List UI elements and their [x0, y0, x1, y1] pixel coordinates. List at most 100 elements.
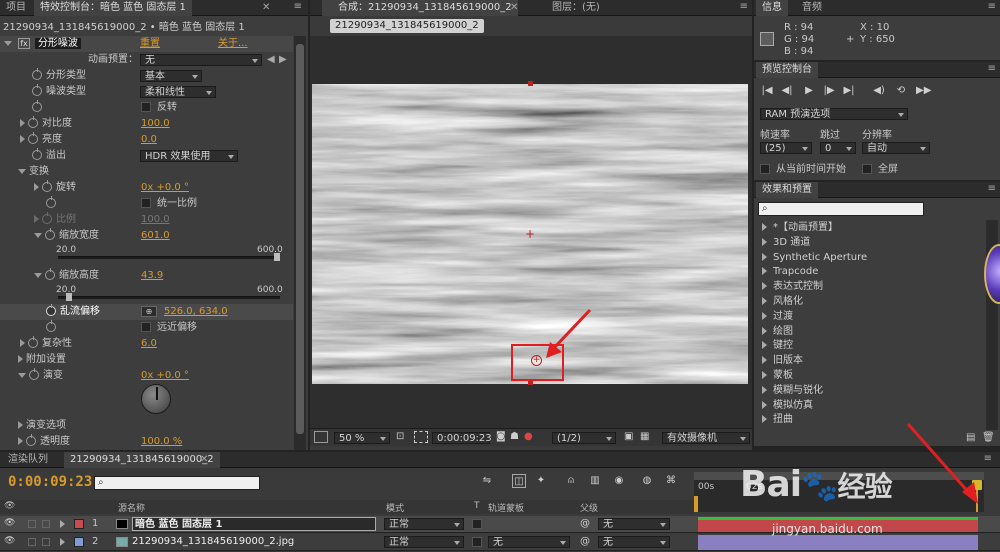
shy-layers-icon[interactable]: ⍝ [564, 474, 578, 488]
stopwatch-icon[interactable] [28, 132, 38, 144]
next-frame-icon[interactable]: |▶ [822, 84, 836, 98]
lock-switch[interactable] [42, 520, 50, 528]
collapse-icon[interactable] [34, 232, 42, 238]
opacity-value[interactable]: 100.0 % [141, 434, 182, 450]
stopwatch-icon[interactable] [26, 434, 36, 446]
tab-layer[interactable]: 图层：(无) [546, 0, 606, 16]
first-frame-icon[interactable]: |◀ [760, 84, 774, 98]
expand-icon[interactable] [762, 341, 767, 350]
expand-icon[interactable] [20, 135, 25, 143]
turbulent-offset-value[interactable]: 526.0, 634.0 [164, 304, 228, 320]
expand-icon[interactable] [762, 356, 767, 365]
motion-blur-icon[interactable]: ◉ [612, 474, 626, 488]
comp-mini-flowchart-icon[interactable]: ⇋ [480, 474, 494, 488]
panel-menu-icon[interactable]: ≡ [988, 63, 996, 74]
resolution-dropdown[interactable]: 自动 [862, 142, 930, 154]
anchor-handle-top[interactable] [528, 81, 533, 86]
timeline-tab-close-icon[interactable]: ✕ [200, 454, 208, 465]
show-snapshot-icon[interactable]: ☗ [510, 431, 519, 442]
tab-effects-presets[interactable]: 效果和预置 [756, 182, 818, 198]
expand-icon[interactable] [762, 326, 767, 335]
expand-icon[interactable] [762, 267, 767, 276]
effects-category[interactable]: *【动画预置】 [762, 220, 838, 235]
panel-menu-icon[interactable]: ≡ [294, 1, 302, 12]
stopwatch-icon[interactable] [46, 304, 56, 316]
panel-menu-icon[interactable]: ≡ [988, 183, 996, 194]
checkerboard-icon[interactable]: ▦ [640, 431, 649, 442]
work-area-start[interactable] [694, 496, 698, 512]
collapse-icon[interactable] [18, 372, 26, 378]
visibility-eye-icon[interactable]: 👁 [4, 518, 15, 528]
effects-category[interactable]: 扭曲 [762, 412, 793, 427]
channel-icon[interactable]: ● [524, 431, 533, 442]
stopwatch-icon[interactable] [32, 84, 42, 96]
effects-category[interactable]: 蒙板 [762, 368, 793, 383]
complexity-value[interactable]: 6.0 [141, 336, 157, 352]
effects-category[interactable]: 3D 通道 [762, 235, 810, 250]
expand-icon[interactable] [762, 237, 767, 246]
about-link[interactable]: 关于... [218, 36, 248, 52]
effects-search-input[interactable]: ⌕ [758, 202, 924, 216]
zoom-dropdown[interactable]: 50 % [334, 432, 390, 444]
invert-checkbox[interactable] [141, 102, 151, 112]
effects-category[interactable]: 过渡 [762, 309, 793, 324]
noise-type-dropdown[interactable]: 柔和线性 [140, 86, 216, 98]
scale-width-slider[interactable] [58, 256, 280, 259]
preset-prev-icon[interactable]: ◀ [267, 52, 275, 68]
play-icon[interactable]: ▶ [802, 84, 816, 98]
track-matte-dropdown[interactable]: 无 [488, 536, 570, 548]
last-frame-icon[interactable]: ▶| [842, 84, 856, 98]
stopwatch-icon[interactable] [45, 228, 55, 240]
perspective-offset-checkbox[interactable] [141, 322, 151, 332]
evolution-dial[interactable] [141, 384, 171, 414]
comp-tab-close-icon[interactable]: ✕ [510, 2, 518, 13]
expand-icon[interactable] [762, 415, 767, 424]
effects-category[interactable]: 模糊与锐化 [762, 383, 823, 398]
effects-category[interactable]: 模拟仿真 [762, 398, 813, 413]
tab-effect-controls[interactable]: 特效控制台：暗色 蓝色 固态层 1 [34, 0, 192, 16]
snapshot-icon[interactable]: ◙ [496, 431, 506, 442]
tab-audio[interactable]: 音频 [796, 0, 828, 16]
panel-close-icon[interactable]: ✕ [262, 2, 270, 13]
effects-category[interactable]: 键控 [762, 338, 793, 353]
timeline-timecode[interactable]: 0:00:09:23 [8, 474, 92, 490]
ram-preview-dropdown[interactable]: RAM 预演选项 [760, 108, 908, 120]
comp-timecode[interactable]: 0:00:09:23 [432, 432, 492, 444]
collapse-icon[interactable] [34, 272, 42, 278]
center-crosshair-icon[interactable]: + [525, 228, 535, 240]
uniform-scale-checkbox[interactable] [141, 198, 151, 208]
expand-icon[interactable] [20, 119, 25, 127]
tab-info[interactable]: 信息 [756, 0, 788, 16]
visibility-eye-icon[interactable]: 👁 [4, 536, 15, 546]
expand-icon[interactable] [762, 297, 767, 305]
draft-3d-icon[interactable]: ✦ [534, 474, 548, 488]
effect-controls-scrollbar[interactable] [294, 36, 306, 450]
parent-dropdown[interactable]: 无 [598, 536, 670, 548]
expand-icon[interactable] [60, 538, 65, 546]
effects-category[interactable]: Trapcode [762, 264, 818, 279]
label-color-swatch[interactable] [74, 537, 84, 547]
stopwatch-icon[interactable] [28, 336, 38, 348]
tab-render-queue[interactable]: 渲染队列 [2, 452, 54, 468]
expand-icon[interactable] [762, 400, 767, 409]
contrast-value[interactable]: 100.0 [141, 116, 170, 132]
fx-icon[interactable]: fx [18, 38, 30, 49]
preserve-transparency-checkbox[interactable] [472, 537, 482, 547]
stopwatch-icon[interactable] [32, 100, 42, 112]
parent-pickwhip-icon[interactable]: @ [580, 536, 590, 547]
ram-preview-icon[interactable]: ▶▶ [916, 84, 931, 98]
expand-icon[interactable] [762, 311, 767, 320]
graph-editor-icon[interactable]: ⌘ [664, 474, 678, 488]
col-t[interactable]: T [474, 501, 480, 511]
skip-dropdown[interactable]: 0 [820, 142, 856, 154]
col-source-name[interactable]: 源名称 [118, 501, 145, 514]
expand-icon[interactable] [762, 252, 767, 261]
camera-dropdown[interactable]: 有效摄像机 [662, 432, 750, 444]
stopwatch-icon[interactable] [42, 180, 52, 192]
region-icon[interactable]: ⊡ [396, 431, 404, 442]
scale-width-slider-handle[interactable] [274, 253, 280, 261]
preset-next-icon[interactable]: ▶ [279, 52, 287, 68]
collapse-icon[interactable] [4, 40, 12, 46]
col-mode[interactable]: 模式 [386, 501, 404, 514]
resolution-dropdown[interactable]: (1/2) [552, 432, 616, 444]
